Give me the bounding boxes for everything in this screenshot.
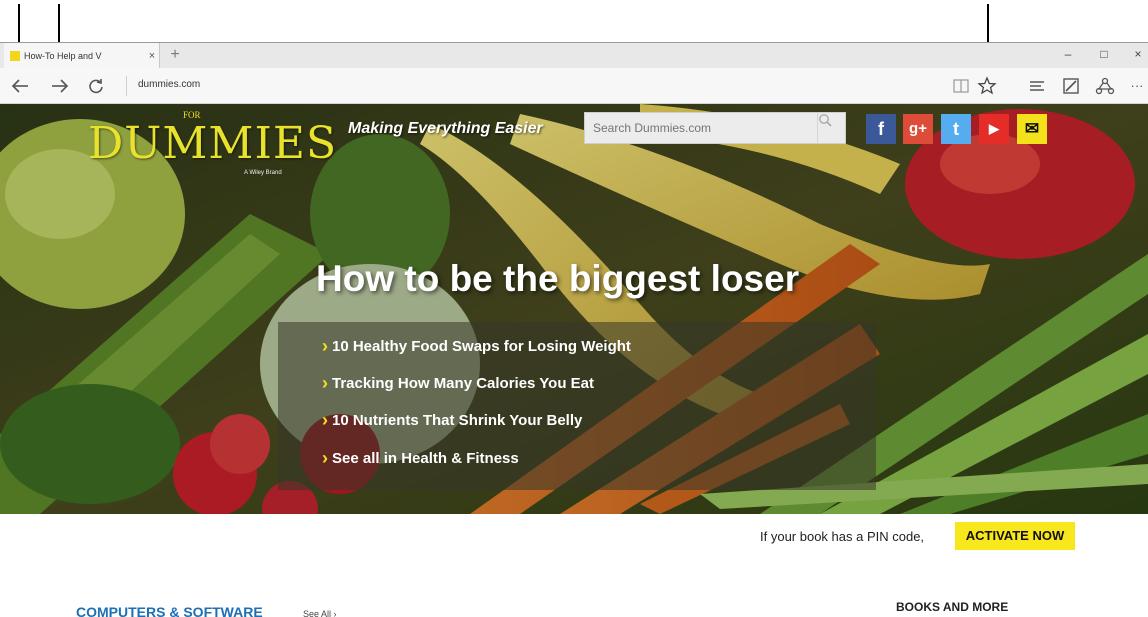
web-note-icon[interactable]: [1060, 74, 1082, 98]
hero-link-nutrients[interactable]: › 10 Nutrients That Shrink Your Belly: [322, 410, 582, 431]
hero-headline: How to be the biggest loser: [316, 258, 800, 299]
hero-banner: FOR DUMMIES A Wiley Brand Making Everyth…: [0, 104, 1148, 514]
pin-code-prompt: If your book has a PIN code,: [760, 529, 925, 544]
hero-link-label: Tracking How Many Calories You Eat: [332, 375, 595, 392]
forward-icon[interactable]: [48, 74, 72, 98]
url-field[interactable]: dummies.com: [138, 79, 200, 90]
minimize-button[interactable]: –: [1058, 47, 1078, 61]
search-input[interactable]: [585, 113, 819, 143]
back-icon[interactable]: [8, 74, 32, 98]
youtube-icon[interactable]: ▶: [979, 114, 1009, 144]
maximize-button[interactable]: □: [1094, 47, 1114, 61]
dummies-logo[interactable]: FOR DUMMIES A Wiley Brand: [88, 110, 336, 180]
site-tagline: Making Everything Easier: [348, 120, 543, 137]
browser-tab[interactable]: How-To Help and V ×: [4, 43, 160, 69]
search-button[interactable]: [817, 113, 845, 143]
category-title[interactable]: COMPUTERS & SOFTWARE: [76, 604, 263, 617]
tab-title: How-To Help and V: [24, 51, 102, 61]
hero-link-label: 10 Nutrients That Shrink Your Belly: [332, 412, 583, 429]
tab-close-icon[interactable]: ×: [145, 50, 159, 62]
new-tab-button[interactable]: +: [166, 46, 184, 64]
chevron-right-icon: ›: [322, 448, 328, 468]
hero-link-food-swaps[interactable]: › 10 Healthy Food Swaps for Losing Weigh…: [322, 336, 631, 357]
tab-bar: How-To Help and V × + – □ ×: [0, 42, 1148, 69]
favorites-star-icon[interactable]: [976, 74, 998, 98]
hub-icon[interactable]: [1026, 74, 1048, 98]
more-icon[interactable]: ···: [1126, 74, 1148, 98]
hero-link-see-all[interactable]: › See all in Health & Fitness: [322, 448, 519, 469]
chevron-right-icon: ›: [322, 336, 328, 356]
url-separator: [126, 76, 127, 96]
refresh-icon[interactable]: [84, 74, 108, 98]
facebook-icon[interactable]: f: [866, 114, 896, 144]
email-icon[interactable]: ✉: [1017, 114, 1047, 144]
hero-link-label: 10 Healthy Food Swaps for Losing Weight: [332, 338, 631, 355]
search-icon: [819, 114, 832, 127]
twitter-icon[interactable]: t: [941, 114, 971, 144]
tab-favicon-icon: [10, 51, 20, 61]
reading-view-icon[interactable]: [950, 74, 972, 98]
see-all-link[interactable]: See All ›: [303, 609, 337, 617]
logo-wordmark: DUMMIES: [88, 118, 338, 169]
site-search: [584, 112, 846, 144]
hero-link-calories[interactable]: › Tracking How Many Calories You Eat: [322, 373, 594, 394]
chevron-right-icon: ›: [322, 373, 328, 393]
google-plus-icon[interactable]: g+: [903, 114, 933, 144]
chevron-right-icon: ›: [322, 410, 328, 430]
close-window-button[interactable]: ×: [1128, 47, 1148, 61]
books-and-more-title: BOOKS AND MORE: [896, 600, 1009, 614]
hero-link-label: See all in Health & Fitness: [332, 450, 519, 467]
logo-wiley-brand: A Wiley Brand: [244, 170, 282, 176]
share-icon[interactable]: [1094, 74, 1116, 98]
address-bar: dummies.com ···: [0, 68, 1148, 104]
hero-links: › 10 Healthy Food Swaps for Losing Weigh…: [278, 322, 876, 490]
activate-now-button[interactable]: ACTIVATE NOW: [955, 522, 1075, 550]
